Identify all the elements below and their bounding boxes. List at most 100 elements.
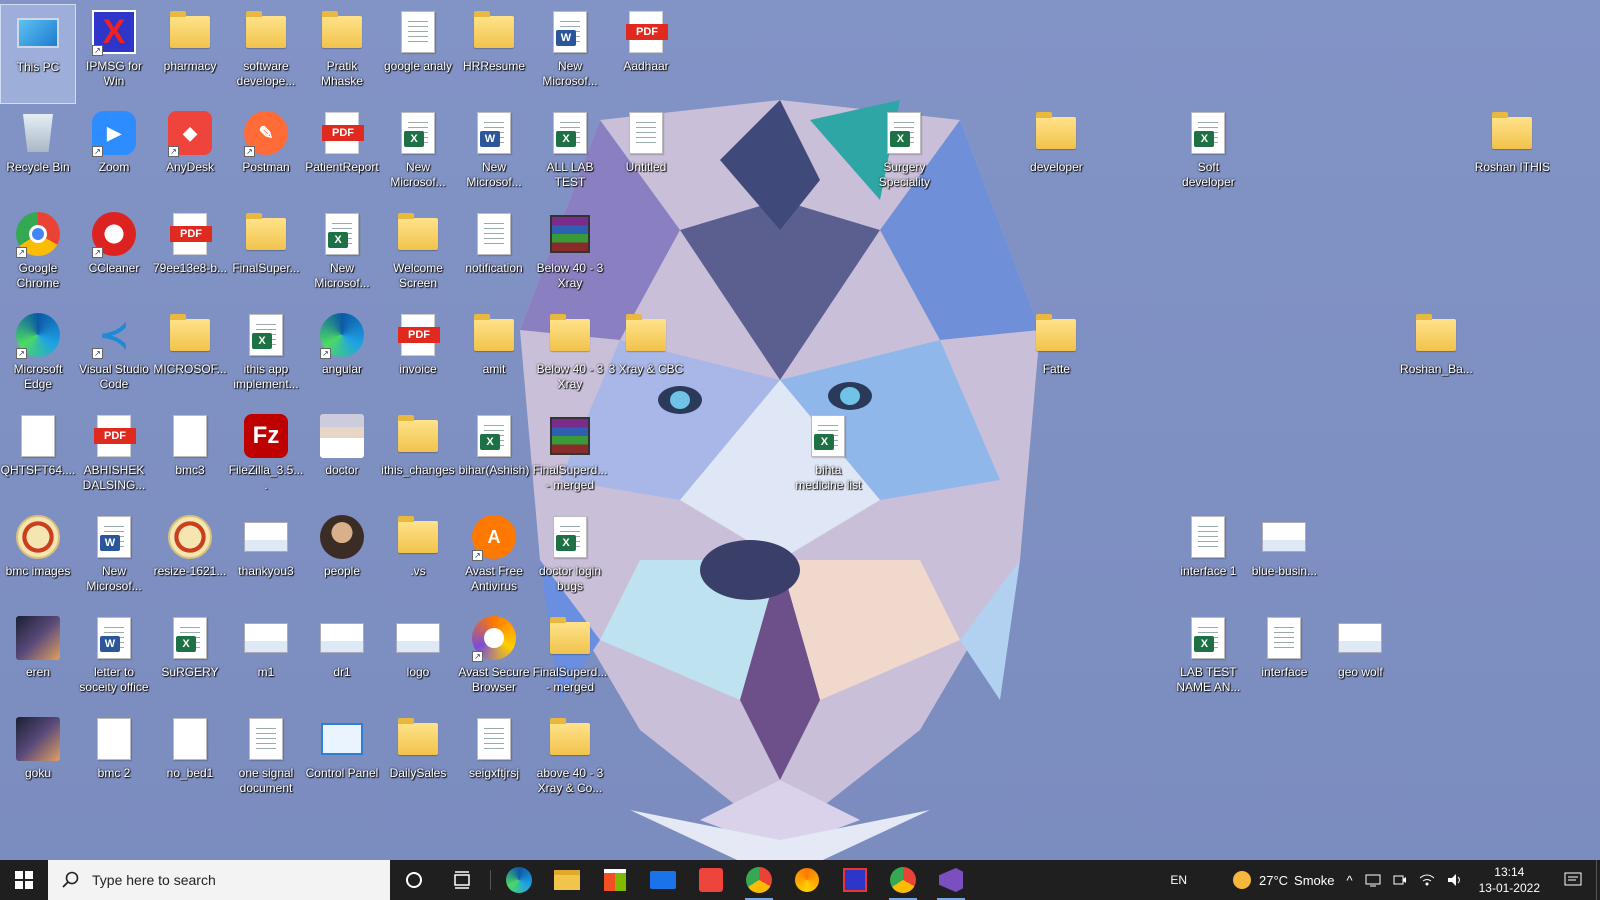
desktop-icon-this-pc[interactable]: This PC <box>0 4 76 104</box>
wifi-icon[interactable] <box>1413 873 1441 887</box>
desktop-icon-logo[interactable]: logo <box>380 610 456 710</box>
desktop-icon-welcome-screen[interactable]: Welcome Screen <box>380 206 456 306</box>
desktop-icon-soft-developer[interactable]: X Soft developer <box>1170 105 1246 205</box>
taskbar-ipmsg[interactable] <box>831 860 879 900</box>
taskbar-mail[interactable] <box>639 860 687 900</box>
desktop-icon-pratik-mhaske[interactable]: Pratik Mhaske <box>304 4 380 104</box>
desktop-icon-interface[interactable]: interface <box>1246 610 1322 710</box>
desktop-icon-developer[interactable]: developer <box>1018 105 1094 205</box>
desktop-icon-google-analy[interactable]: google analy <box>380 4 456 104</box>
language-indicator[interactable]: EN <box>1164 873 1227 887</box>
action-center-button[interactable] <box>1550 872 1596 888</box>
desktop-icon-amit[interactable]: amit <box>456 307 532 407</box>
desktop-icon-all-lab-test-barcode[interactable]: X ALL LAB TEST (BARCODE)... <box>532 105 608 205</box>
desktop-icon-m1[interactable]: m1 <box>228 610 304 710</box>
desktop-icon-finalsuperd-merged[interactable]: FinalSuperd... - merged <box>532 408 608 508</box>
taskbar-chrome-profile[interactable] <box>879 860 927 900</box>
desktop-icon-new-microsof[interactable]: X New Microsof... <box>380 105 456 205</box>
desktop-icon-control-panel[interactable]: Control Panel <box>304 711 380 811</box>
desktop-icon-finalsuper[interactable]: FinalSuper... <box>228 206 304 306</box>
desktop-icon-below-40-3-xray[interactable]: Below 40 - 3 Xray <box>532 307 608 407</box>
desktop-icon-resize-1621[interactable]: resize-1621... <box>152 509 228 609</box>
desktop-icon-aadhaar[interactable]: PDF Aadhaar <box>608 4 684 104</box>
desktop-icon-ithis-app-implement[interactable]: Xithis app implement... <box>228 307 304 407</box>
desktop-icon-ipmsg-for-win[interactable]: X ↗ IPMSG for Win <box>76 4 152 104</box>
taskbar-edge[interactable] <box>495 860 543 900</box>
desktop-icon-new-microsof[interactable]: W New Microsof... <box>456 105 532 205</box>
desktop-icon-bmc3[interactable]: bmc3 <box>152 408 228 508</box>
desktop-icon-above-40-3-xray-co[interactable]: above 40 - 3 Xray & Co... <box>532 711 608 811</box>
desktop-icon-microsoft-edge[interactable]: ↗ Microsoft Edge <box>0 307 76 407</box>
network-icon[interactable] <box>1359 873 1387 887</box>
desktop-icon-postman[interactable]: ✎ ↗ Postman <box>228 105 304 205</box>
desktop-icon-anydesk[interactable]: ◆ ↗ AnyDesk <box>152 105 228 205</box>
desktop-icon-doctor[interactable]: doctor <box>304 408 380 508</box>
desktop-icon-pharmacy[interactable]: pharmacy <box>152 4 228 104</box>
desktop-icon-software-develope[interactable]: software develope... <box>228 4 304 104</box>
taskbar-chrome[interactable] <box>735 860 783 900</box>
desktop-icon-untitled[interactable]: Untitled <box>608 105 684 205</box>
desktop-icon-interface-1[interactable]: interface 1 <box>1170 509 1246 609</box>
desktop-icon-thankyou3[interactable]: thankyou3 <box>228 509 304 609</box>
desktop-icon-letter-to-soceity-office[interactable]: Wletter to soceity office <box>76 610 152 710</box>
desktop-icon-no-bed1[interactable]: no_bed1 <box>152 711 228 811</box>
desktop-icon-bihar-ashish[interactable]: Xbihar(Ashish) <box>456 408 532 508</box>
volume-icon[interactable] <box>1441 873 1469 887</box>
weather-widget[interactable]: 27°C Smoke <box>1227 871 1341 889</box>
taskbar-visual-studio[interactable] <box>927 860 975 900</box>
meet-now-icon[interactable] <box>1387 873 1413 887</box>
desktop-icon-roshan-ba[interactable]: Roshan_Ba... <box>1398 307 1474 407</box>
desktop-icon-eren[interactable]: eren <box>0 610 76 710</box>
desktop-icon-dailysales[interactable]: DailySales <box>380 711 456 811</box>
desktop[interactable]: This PC X ↗ IPMSG for Win pharmacy software d… <box>0 0 1600 860</box>
desktop-icon-dr1[interactable]: dr1 <box>304 610 380 710</box>
desktop-icon-invoice[interactable]: PDF invoice <box>380 307 456 407</box>
desktop-icon-avast-secure-browser[interactable]: ↗ Avast Secure Browser <box>456 610 532 710</box>
taskbar-anydesk[interactable] <box>687 860 735 900</box>
desktop-icon-bihta-medicine-list[interactable]: Xbihta medicine list <box>790 408 866 508</box>
desktop-icon-doctor-login-bugs[interactable]: Xdoctor login bugs <box>532 509 608 609</box>
desktop-icon-notification[interactable]: notification <box>456 206 532 306</box>
desktop-icon-abhishek-dalsing[interactable]: PDF ABHISHEK DALSING... <box>76 408 152 508</box>
desktop-icon-filezilla-3-5[interactable]: Fz FileZilla_3.5.... <box>228 408 304 508</box>
desktop-icon-people[interactable]: people <box>304 509 380 609</box>
desktop-icon-79ee13e8-b[interactable]: PDF 79ee13e8-b... <box>152 206 228 306</box>
desktop-icon-visual-studio-code[interactable]: ≺ ↗ Visual Studio Code <box>76 307 152 407</box>
desktop-icon-bmc-images[interactable]: bmc images <box>0 509 76 609</box>
task-view-button[interactable] <box>438 860 486 900</box>
desktop-icon-patientreport[interactable]: PDF PatientReport <box>304 105 380 205</box>
desktop-icon-avast-free-antivirus[interactable]: A ↗ Avast Free Antivirus <box>456 509 532 609</box>
desktop-icon-bmc-2[interactable]: bmc 2 <box>76 711 152 811</box>
desktop-icon-geo-wolf[interactable]: geo wolf <box>1322 610 1398 710</box>
desktop-icon-ccleaner[interactable]: ↗ CCleaner <box>76 206 152 306</box>
desktop-icon-zoom[interactable]: ▶ ↗ Zoom <box>76 105 152 205</box>
start-button[interactable] <box>0 860 48 900</box>
desktop-icon-new-microsof[interactable]: W New Microsof... <box>532 4 608 104</box>
desktop-icon-below-40-3-xray[interactable]: Below 40 - 3 Xray <box>532 206 608 306</box>
desktop-icon-surgery[interactable]: X SuRGERY <box>152 610 228 710</box>
desktop-icon-lab-test-name-an[interactable]: X LAB TEST NAME AN... <box>1170 610 1246 710</box>
taskbar-file-explorer[interactable] <box>543 860 591 900</box>
desktop-icon-vs[interactable]: .vs <box>380 509 456 609</box>
desktop-icon-fatte[interactable]: Fatte <box>1018 307 1094 407</box>
desktop-icon-angular[interactable]: ↗ angular <box>304 307 380 407</box>
desktop-icon-microsof[interactable]: MICROSOF... <box>152 307 228 407</box>
desktop-icon-hrresume[interactable]: HRResume <box>456 4 532 104</box>
desktop-icon-qhtsft64[interactable]: QHTSFT64.... <box>0 408 76 508</box>
desktop-icon-blue-busin[interactable]: blue-busin... <box>1246 509 1322 609</box>
desktop-icon-seigxftjrsj[interactable]: seigxftjrsj <box>456 711 532 811</box>
desktop-icon-recycle-bin[interactable]: Recycle Bin <box>0 105 76 205</box>
desktop-icon-roshan-ithis[interactable]: Roshan ITHIS <box>1474 105 1550 205</box>
cortana-button[interactable] <box>390 860 438 900</box>
desktop-icon-goku[interactable]: goku <box>0 711 76 811</box>
desktop-icon-google-chrome[interactable]: ↗ Google Chrome <box>0 206 76 306</box>
desktop-icon-new-microsof[interactable]: X New Microsof... <box>304 206 380 306</box>
desktop-icon-new-microsof[interactable]: W New Microsof... <box>76 509 152 609</box>
taskbar-search-box[interactable]: Type here to search <box>48 860 390 900</box>
desktop-icon-3-xray-cbc[interactable]: 3 Xray & CBC <box>608 307 684 407</box>
desktop-icon-finalsuperd-merged[interactable]: FinalSuperd... - merged <box>532 610 608 710</box>
taskbar-avast-browser[interactable] <box>783 860 831 900</box>
desktop-icon-one-signal-document[interactable]: one signal document <box>228 711 304 811</box>
show-hidden-icons-button[interactable]: ^ <box>1341 873 1359 888</box>
desktop-icon-ithis-changes[interactable]: ithis_changes <box>380 408 456 508</box>
